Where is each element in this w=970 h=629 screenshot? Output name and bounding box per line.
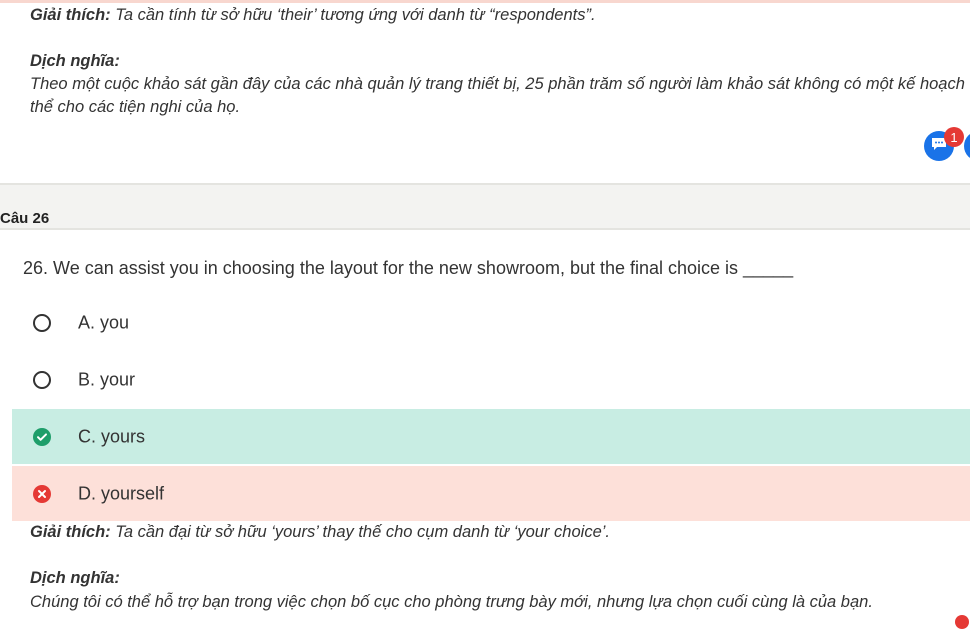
- option-b-label: B. your: [78, 369, 136, 389]
- previous-answer-strip: [0, 0, 970, 3]
- check-circle-icon: [33, 427, 51, 446]
- option-b[interactable]: B. your: [12, 352, 970, 407]
- option-c-label: C. yours: [78, 426, 146, 446]
- option-d-label: D. yourself: [78, 483, 165, 503]
- translation-label: Dịch nghĩa:: [30, 569, 120, 587]
- chat-notification-badge: 1: [944, 127, 964, 147]
- prev-explanation: Giải thích: Ta cần tính từ sở hữu ‘their…: [30, 6, 970, 25]
- secondary-floating-button[interactable]: [964, 131, 970, 161]
- translation-text: Chúng tôi có thể hỗ trợ bạn trong việc c…: [30, 593, 873, 611]
- explanation-text: Ta cần đại từ sở hữu ‘yours’ thay thế ch…: [110, 523, 610, 541]
- radio-unchecked-icon[interactable]: [33, 370, 51, 389]
- explanation: Giải thích: Ta cần đại từ sở hữu ‘yours’…: [30, 523, 970, 542]
- question-separator: [0, 183, 970, 230]
- question-text: 26. We can assist you in choosing the la…: [23, 258, 794, 278]
- prev-explanation-label: Giải thích:: [30, 6, 111, 24]
- explanation-label: Giải thích:: [30, 523, 111, 541]
- option-d-wrong[interactable]: D. yourself: [12, 466, 970, 521]
- close-circle-icon: [33, 484, 51, 503]
- option-c-correct[interactable]: C. yours: [12, 409, 970, 464]
- prev-explanation-text: Ta cần tính từ sở hữu ‘their’ tương ứng …: [110, 6, 596, 24]
- option-a-label: A. you: [78, 312, 130, 332]
- prev-translation-line2: thể cho các tiện nghi của họ.: [30, 98, 241, 116]
- question-number-title: Câu 26: [0, 210, 50, 227]
- prev-translation-line1: Theo một cuộc khảo sát gần đây của các n…: [30, 75, 965, 93]
- prev-translation-label: Dịch nghĩa:: [30, 52, 120, 70]
- option-a[interactable]: A. you: [12, 295, 970, 350]
- radio-unchecked-icon[interactable]: [33, 313, 51, 332]
- corner-indicator-dot: [955, 615, 969, 629]
